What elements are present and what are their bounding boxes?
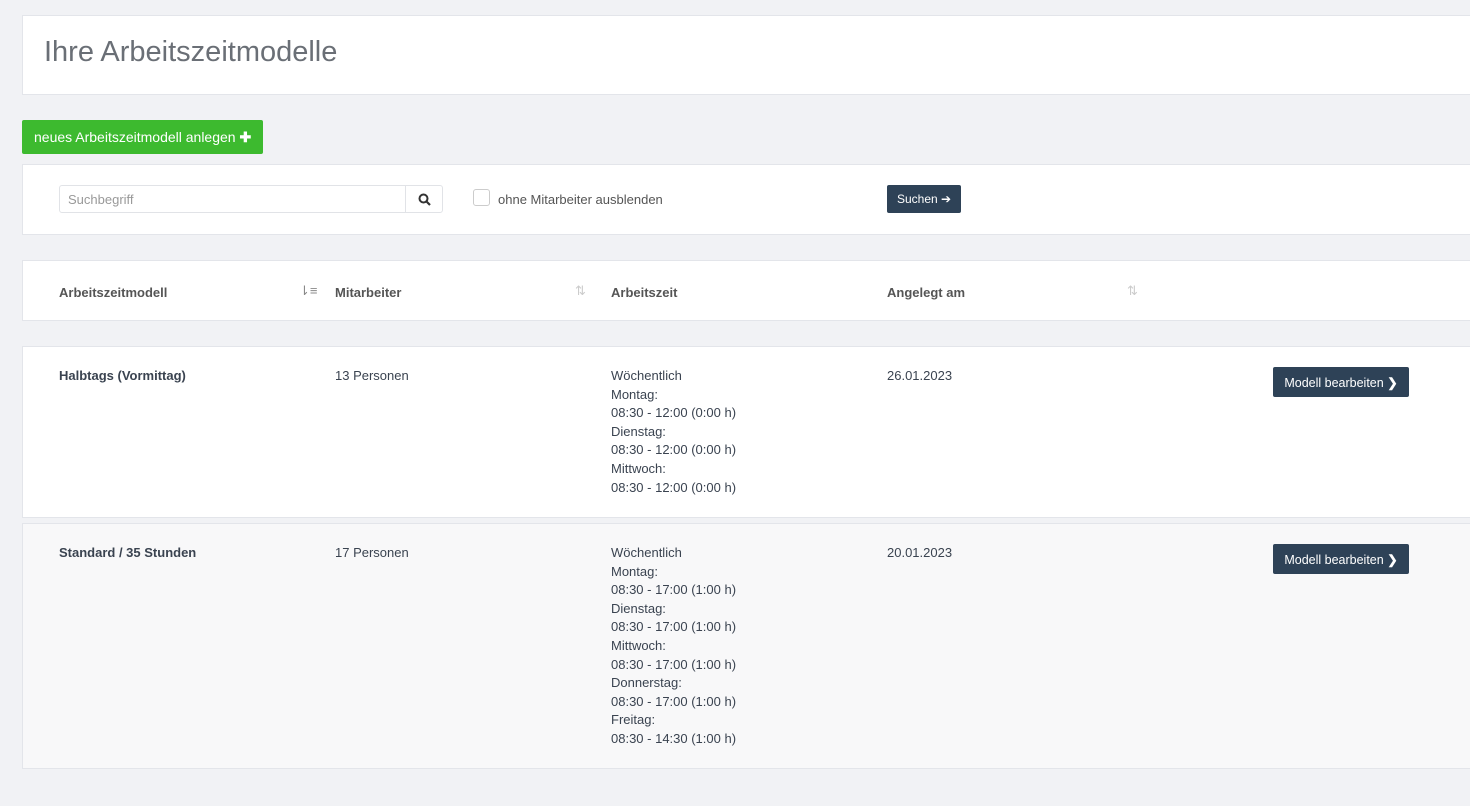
- sort-asc-icon[interactable]: ⇂≡: [299, 283, 317, 299]
- schedule-line: Wöchentlich: [611, 368, 682, 383]
- column-header-employees[interactable]: Mitarbeiter: [335, 285, 401, 300]
- hide-without-employees-checkbox[interactable]: [473, 189, 490, 206]
- schedule-line: Mittwoch:: [611, 460, 666, 476]
- new-model-button[interactable]: neues Arbeitszeitmodell anlegen ✚: [22, 120, 264, 154]
- edit-label: Modell bearbeiten: [1284, 375, 1384, 390]
- schedule: Wöchentlich Montag: 08:30 - 12:00 (0:00 …: [611, 367, 736, 497]
- chevron-right-icon: ❯: [1387, 375, 1398, 390]
- edit-model-button[interactable]: Modell bearbeiten ❯: [1273, 544, 1409, 574]
- sort-icon[interactable]: ⇅: [575, 283, 586, 299]
- search-submit-button[interactable]: Suchen ➔: [887, 185, 962, 213]
- schedule-line: 08:30 - 12:00 (0:00 h): [611, 442, 737, 458]
- search-panel: ohne Mitarbeiter ausblenden Suchen ➔: [22, 164, 1470, 235]
- model-name: Halbtags (Vormittag): [59, 368, 186, 383]
- schedule-line: 08:30 - 17:00 (1:00 h): [611, 582, 737, 598]
- new-model-label: neues Arbeitszeitmodell anlegen: [34, 128, 236, 145]
- search-submit-label: Suchen: [897, 192, 938, 206]
- sort-icon[interactable]: ⇅: [1127, 283, 1138, 299]
- column-header-created[interactable]: Angelegt am: [887, 285, 965, 300]
- schedule-line: 08:30 - 17:00 (1:00 h): [611, 619, 737, 635]
- schedule-line: Montag:: [611, 386, 658, 402]
- schedule-line: Dienstag:: [611, 600, 666, 616]
- created-date: 26.01.2023: [887, 368, 953, 383]
- employee-count: 17 Personen: [335, 545, 409, 560]
- chevron-right-icon: ❯: [1387, 552, 1398, 567]
- schedule-line: Donnerstag:: [611, 675, 682, 691]
- search-icon: [418, 193, 431, 206]
- schedule-line: 08:30 - 17:00 (1:00 h): [611, 656, 737, 672]
- edit-model-button[interactable]: Modell bearbeiten ❯: [1273, 367, 1409, 397]
- schedule-line: 08:30 - 17:00 (1:00 h): [611, 693, 737, 709]
- schedule-line: 08:30 - 12:00 (0:00 h): [611, 479, 737, 495]
- schedule: Wöchentlich Montag: 08:30 - 17:00 (1:00 …: [611, 544, 736, 749]
- sign-in-icon: ➔: [941, 192, 952, 206]
- hide-without-employees-label[interactable]: ohne Mitarbeiter ausblenden: [498, 192, 663, 207]
- column-header-worktime: Arbeitszeit: [611, 285, 678, 300]
- created-date: 20.01.2023: [887, 545, 953, 560]
- table-row: Standard / 35 Stunden 17 Personen Wöchen…: [22, 523, 1470, 769]
- model-name: Standard / 35 Stunden: [59, 545, 197, 560]
- schedule-line: 08:30 - 14:30 (1:00 h): [611, 730, 737, 746]
- edit-label: Modell bearbeiten: [1284, 552, 1384, 567]
- plus-icon: ✚: [239, 128, 252, 145]
- search-button[interactable]: [405, 185, 443, 213]
- search-input[interactable]: [59, 185, 406, 213]
- schedule-line: Mittwoch:: [611, 637, 666, 653]
- schedule-line: Wöchentlich: [611, 545, 682, 560]
- column-header-model[interactable]: Arbeitszeitmodell: [59, 285, 167, 300]
- schedule-line: 08:30 - 12:00 (0:00 h): [611, 405, 737, 421]
- page-header: Ihre Arbeitszeitmodelle: [22, 15, 1470, 95]
- schedule-line: Dienstag:: [611, 423, 666, 439]
- employee-count: 13 Personen: [335, 368, 409, 383]
- schedule-line: Montag:: [611, 563, 658, 579]
- schedule-line: Freitag:: [611, 712, 656, 728]
- table-row: Halbtags (Vormittag) 13 Personen Wöchent…: [22, 346, 1470, 518]
- table-header: Arbeitszeitmodell ⇂≡ Mitarbeiter ⇅ Arbei…: [22, 260, 1470, 321]
- page-title: Ihre Arbeitszeitmodelle: [44, 36, 338, 68]
